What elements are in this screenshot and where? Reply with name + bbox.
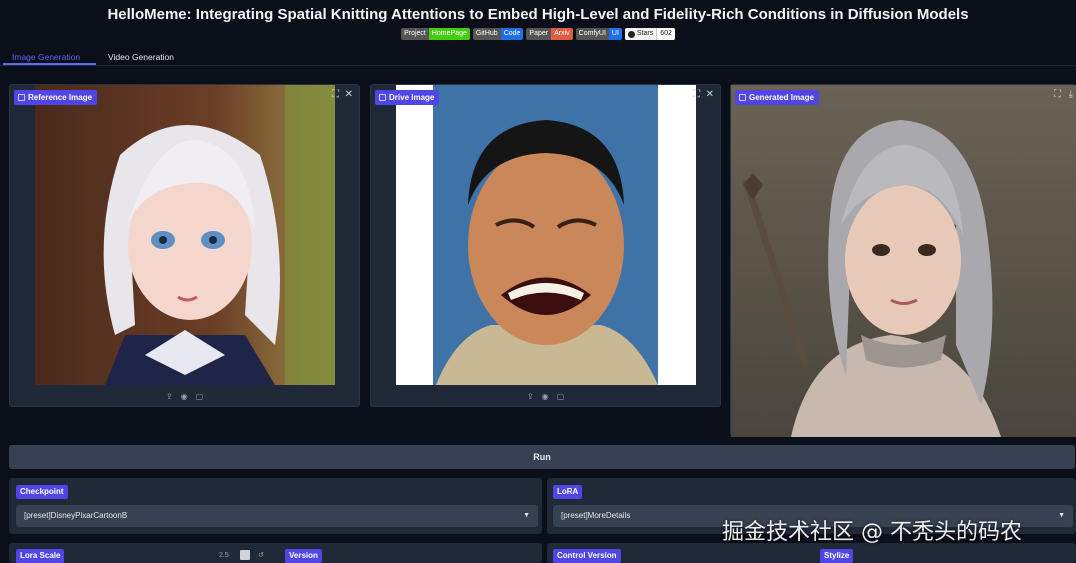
upload-icon[interactable]: ⇪	[166, 392, 173, 401]
badge-project[interactable]: Project HomePage	[401, 28, 470, 40]
stylize-label: Stylize	[820, 549, 854, 563]
lora-scale-input[interactable]: 2.5	[219, 552, 229, 559]
reference-image-actions: ⇪ ◉ ▢	[10, 392, 359, 401]
lora-scale-reset-button[interactable]	[240, 550, 250, 560]
badge-github-label: GitHub	[472, 28, 501, 40]
github-icon	[627, 30, 635, 38]
drive-image-actions: ⇪ ◉ ▢	[371, 392, 720, 401]
checkpoint-block: Checkpoint [preset]DisneyPixarCartoonB ▼	[9, 478, 542, 534]
reference-image	[35, 85, 335, 385]
lora-label: LoRA	[553, 485, 583, 499]
image-icon	[18, 94, 25, 101]
badge-paper[interactable]: Paper Arxiv	[526, 28, 573, 40]
badge-stars-label: Stars	[636, 30, 654, 37]
drive-image-panel[interactable]: Drive Image ⛶ ✕ ⇪ ◉ ▢	[370, 84, 721, 407]
badge-paper-value: Arxiv	[551, 28, 573, 40]
lora-scale-label: Lora Scale	[16, 549, 65, 563]
webcam-icon[interactable]: ◉	[542, 392, 549, 401]
run-button[interactable]: Run	[9, 445, 1075, 469]
image-icon	[379, 94, 386, 101]
upload-icon[interactable]: ⇪	[527, 392, 534, 401]
settings-row-2: Lora Scale 2.5 ↺ Version	[9, 543, 542, 563]
tab-bar: Image Generation Video Generation	[0, 48, 1076, 66]
chevron-down-icon: ▼	[523, 512, 530, 519]
badge-comfyui-label: ComfyUI	[575, 28, 609, 40]
badge-comfyui[interactable]: ComfyUI UI	[575, 28, 622, 40]
version-label: Version	[285, 549, 322, 563]
webcam-icon[interactable]: ◉	[181, 392, 188, 401]
badge-project-label: Project	[401, 28, 429, 40]
badge-github[interactable]: GitHub Code	[472, 28, 524, 40]
checkpoint-value: [preset]DisneyPixarCartoonB	[24, 511, 128, 520]
generated-image-panel: Generated Image ⛶ ⤓	[730, 84, 1076, 437]
settings-row-2-right: Control Version Stylize	[547, 543, 1076, 563]
badge-paper-label: Paper	[526, 28, 552, 40]
reset-icon[interactable]: ↺	[258, 551, 264, 559]
badge-github-value: Code	[500, 28, 524, 40]
reference-image-label: Reference Image	[14, 90, 98, 105]
badge-stars[interactable]: Stars 602	[624, 28, 675, 40]
fullscreen-icon[interactable]: ⛶	[693, 89, 700, 100]
clipboard-icon[interactable]: ▢	[196, 392, 204, 401]
generated-image	[731, 85, 1076, 437]
tab-video-generation[interactable]: Video Generation	[108, 52, 174, 62]
drive-image-label: Drive Image	[375, 90, 440, 105]
watermark: 掘金技术社区 @ 不秃头的码农	[722, 520, 1022, 545]
image-icon	[739, 94, 746, 101]
generated-image-label: Generated Image	[735, 90, 819, 105]
fullscreen-icon[interactable]: ⛶	[332, 89, 339, 100]
badge-row: Project HomePage GitHub Code Paper Arxiv…	[0, 28, 1076, 40]
clipboard-icon[interactable]: ▢	[557, 392, 565, 401]
control-version-label: Control Version	[553, 549, 621, 563]
lora-value: [preset]MoreDetails	[561, 511, 631, 520]
reference-image-panel[interactable]: Reference Image ⛶ ✕ ⇪ ◉ ▢	[9, 84, 360, 407]
checkpoint-select[interactable]: [preset]DisneyPixarCartoonB ▼	[16, 505, 538, 527]
tab-active-indicator	[3, 63, 96, 65]
badge-comfyui-value: UI	[608, 28, 622, 40]
close-icon[interactable]: ✕	[706, 89, 714, 100]
close-icon[interactable]: ✕	[345, 89, 353, 100]
tab-image-generation[interactable]: Image Generation	[12, 52, 80, 62]
download-icon[interactable]: ⤓	[1069, 89, 1073, 100]
chevron-down-icon: ▼	[1058, 512, 1065, 519]
badge-stars-value: 602	[656, 28, 675, 40]
page-title: HelloMeme: Integrating Spatial Knitting …	[107, 6, 969, 23]
checkpoint-label: Checkpoint	[16, 485, 68, 499]
fullscreen-icon[interactable]: ⛶	[1054, 89, 1061, 100]
badge-project-value: HomePage	[428, 28, 470, 40]
drive-image	[396, 85, 696, 385]
